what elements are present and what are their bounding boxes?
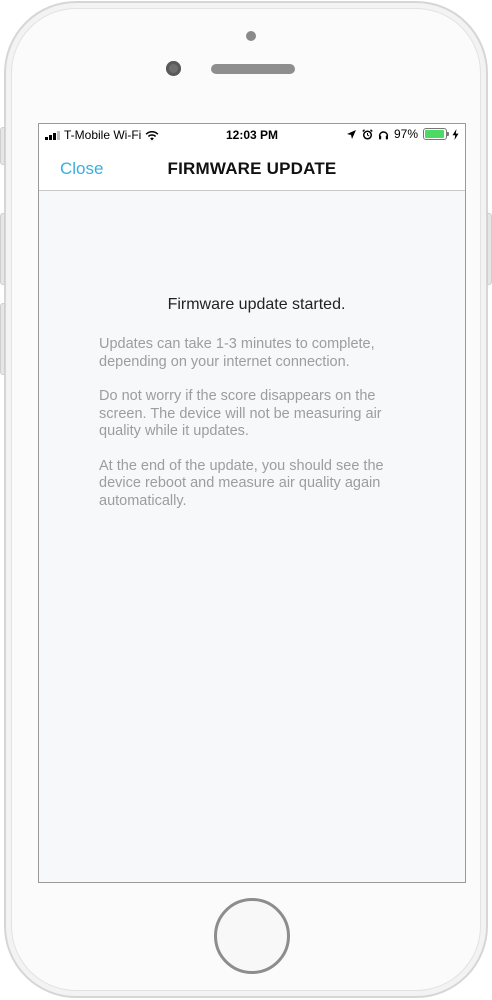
proximity-sensor (246, 31, 256, 41)
volume-up-button[interactable] (0, 213, 5, 285)
navigation-bar: Close FIRMWARE UPDATE (39, 146, 465, 191)
duration-notice: Updates can take 1-3 minutes to complete… (99, 336, 375, 370)
front-camera (166, 61, 181, 76)
volume-down-button[interactable] (0, 303, 5, 375)
earpiece-speaker (211, 64, 295, 74)
battery-percent: 97% (393, 127, 418, 141)
status-heading: Firmware update started. (167, 296, 346, 313)
ring-silent-switch[interactable] (0, 127, 5, 165)
status-bar: T-Mobile Wi-Fi 12:03 PM 97% (39, 124, 465, 146)
score-notice: Do not worry if the score disappears on … (99, 388, 382, 439)
charging-bolt-icon (452, 128, 459, 140)
screen: T-Mobile Wi-Fi 12:03 PM 97% Close FIRMWA… (38, 123, 466, 883)
reboot-notice: At the end of the update, you should see… (99, 457, 384, 509)
power-button[interactable] (487, 213, 492, 285)
firmware-update-message: Firmware update started. Updates can tak… (99, 296, 414, 527)
headphones-icon (378, 130, 389, 139)
page-title: FIRMWARE UPDATE (167, 159, 337, 178)
status-bar-right: 97% (346, 127, 459, 141)
phone-frame: T-Mobile Wi-Fi 12:03 PM 97% Close FIRMWA… (4, 1, 488, 998)
home-button[interactable] (214, 898, 290, 974)
battery-icon (423, 128, 449, 140)
location-arrow-icon (346, 129, 356, 139)
battery-level (425, 130, 445, 138)
alarm-clock-icon (362, 128, 373, 140)
